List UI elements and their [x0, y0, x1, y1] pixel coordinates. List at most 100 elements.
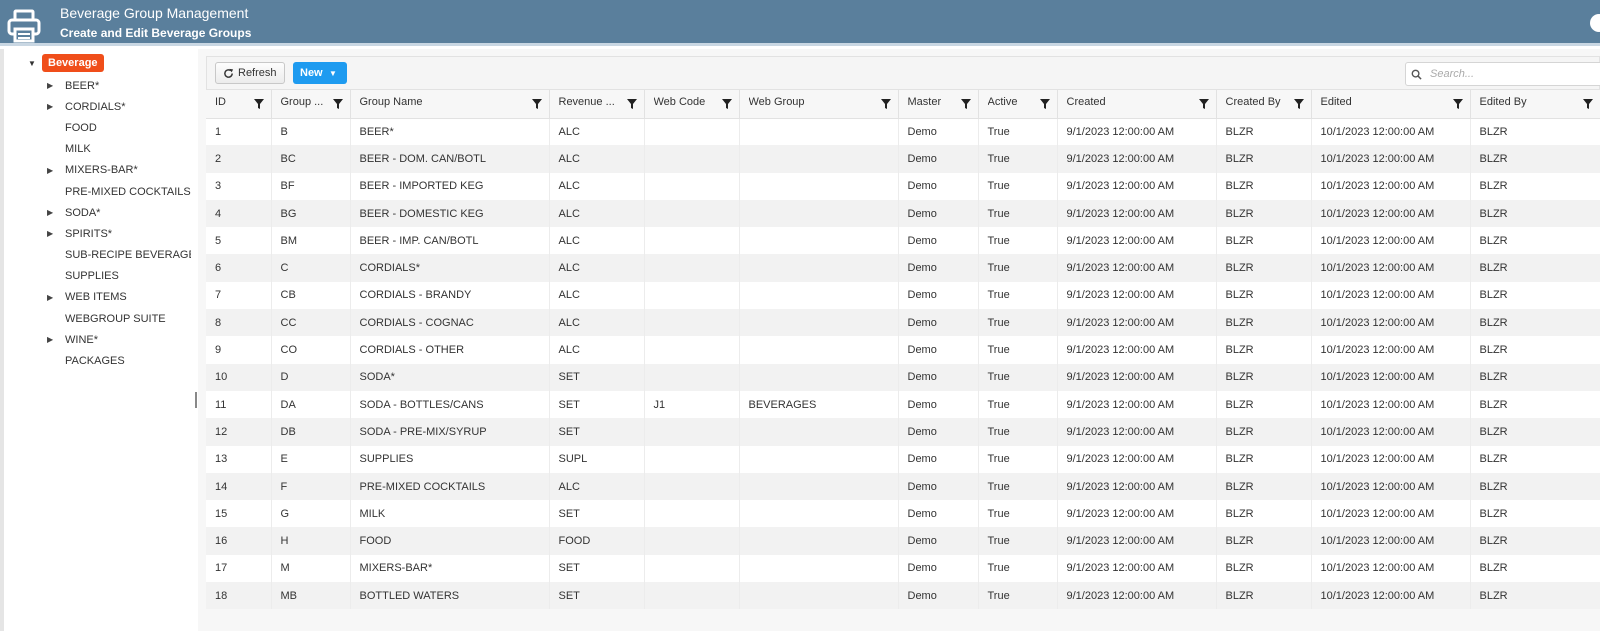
- table-cell[interactable]: SODA - BOTTLES/CANS: [350, 390, 550, 419]
- table-cell[interactable]: ALC: [549, 199, 645, 228]
- table-cell[interactable]: BLZR: [1470, 199, 1600, 228]
- table-cell[interactable]: SODA - PRE-MIX/SYRUP: [350, 418, 550, 446]
- caret-right-icon[interactable]: ▶: [47, 102, 53, 111]
- table-cell[interactable]: BC: [271, 145, 351, 173]
- table-cell[interactable]: BLZR: [1470, 527, 1600, 555]
- table-cell[interactable]: 9/1/2023 12:00:00 AM: [1057, 445, 1217, 473]
- table-cell[interactable]: CORDIALS - OTHER: [350, 336, 550, 364]
- table-cell[interactable]: 2: [206, 145, 272, 173]
- column-header[interactable]: Master: [898, 90, 979, 119]
- table-cell[interactable]: DA: [271, 390, 351, 419]
- table-cell[interactable]: ALC: [549, 227, 645, 255]
- table-cell[interactable]: BG: [271, 199, 351, 228]
- table-cell[interactable]: BLZR: [1216, 281, 1312, 310]
- table-cell[interactable]: FOOD: [549, 527, 645, 555]
- table-cell[interactable]: CC: [271, 309, 351, 337]
- table-row[interactable]: 8 CC CORDIALS - COGNAC ALC Demo True 9/1/2023 …: [206, 309, 1600, 337]
- column-header[interactable]: Edited By: [1470, 90, 1600, 119]
- table-cell[interactable]: 9/1/2023 12:00:00 AM: [1057, 363, 1217, 391]
- column-header[interactable]: Edited: [1311, 90, 1471, 119]
- table-cell[interactable]: 9: [206, 336, 272, 364]
- table-cell[interactable]: Demo: [898, 554, 979, 583]
- table-cell[interactable]: 10: [206, 363, 272, 391]
- table-cell[interactable]: [739, 281, 899, 310]
- table-cell[interactable]: E: [271, 445, 351, 473]
- user-avatar[interactable]: [1590, 14, 1600, 32]
- table-cell[interactable]: 9/1/2023 12:00:00 AM: [1057, 500, 1217, 528]
- table-cell[interactable]: 10/1/2023 12:00:00 AM: [1311, 363, 1471, 391]
- column-header[interactable]: Group ...: [271, 90, 351, 119]
- tree-item-label[interactable]: SUB-RECIPE BEVERAGES: [65, 249, 191, 261]
- table-cell[interactable]: Demo: [898, 254, 979, 282]
- table-cell[interactable]: BLZR: [1470, 145, 1600, 173]
- table-cell[interactable]: BOTTLED WATERS: [350, 582, 550, 610]
- search-box[interactable]: [1405, 62, 1600, 86]
- table-cell[interactable]: [739, 500, 899, 528]
- panel-splitter[interactable]: [195, 392, 197, 408]
- table-cell[interactable]: BEER*: [350, 118, 550, 146]
- table-row[interactable]: 6 C CORDIALS* ALC Demo True 9/1/2023 12:00:00 …: [206, 254, 1600, 282]
- table-row[interactable]: 11 DA SODA - BOTTLES/CANS SET J1 BEVERAGES Dem…: [206, 390, 1600, 419]
- table-cell[interactable]: 10/1/2023 12:00:00 AM: [1311, 527, 1471, 555]
- table-cell[interactable]: Demo: [898, 500, 979, 528]
- table-cell[interactable]: Demo: [898, 199, 979, 228]
- tree-item[interactable]: ▶ BEER*: [4, 75, 196, 96]
- tree-item[interactable]: ▶ CORDIALS*: [4, 96, 196, 117]
- filter-icon[interactable]: [531, 99, 542, 109]
- table-row[interactable]: 4 BG BEER - DOMESTIC KEG ALC Demo True 9/1/202…: [206, 199, 1600, 228]
- table-cell[interactable]: [739, 445, 899, 473]
- table-cell[interactable]: [644, 118, 740, 146]
- filter-icon[interactable]: [332, 99, 343, 109]
- filter-icon[interactable]: [1198, 99, 1209, 109]
- table-cell[interactable]: SET: [549, 390, 645, 419]
- table-cell[interactable]: 11: [206, 390, 272, 419]
- table-cell[interactable]: Demo: [898, 472, 979, 501]
- table-row[interactable]: 13 E SUPPLIES SUPL Demo True 9/1/2023 12:00:00…: [206, 445, 1600, 473]
- table-cell[interactable]: FOOD: [350, 527, 550, 555]
- tree-item-label[interactable]: SUPPLIES: [65, 270, 191, 282]
- table-cell[interactable]: BLZR: [1470, 281, 1600, 310]
- table-cell[interactable]: ALC: [549, 336, 645, 364]
- table-cell[interactable]: True: [978, 472, 1058, 501]
- table-cell[interactable]: [739, 336, 899, 364]
- table-cell[interactable]: Demo: [898, 363, 979, 391]
- table-cell[interactable]: BEER - DOMESTIC KEG: [350, 199, 550, 228]
- caret-right-icon[interactable]: ▶: [47, 81, 53, 90]
- tree-item[interactable]: WEBGROUP SUITE: [4, 308, 196, 329]
- table-cell[interactable]: BLZR: [1470, 363, 1600, 391]
- table-cell[interactable]: Demo: [898, 336, 979, 364]
- table-cell[interactable]: 10/1/2023 12:00:00 AM: [1311, 390, 1471, 419]
- table-cell[interactable]: 6: [206, 254, 272, 282]
- table-cell[interactable]: BLZR: [1216, 172, 1312, 200]
- table-cell[interactable]: MILK: [350, 500, 550, 528]
- table-cell[interactable]: [739, 172, 899, 200]
- table-cell[interactable]: [644, 309, 740, 337]
- table-cell[interactable]: 10/1/2023 12:00:00 AM: [1311, 500, 1471, 528]
- table-cell[interactable]: DB: [271, 418, 351, 446]
- tree-item[interactable]: SUB-RECIPE BEVERAGES: [4, 245, 196, 266]
- table-cell[interactable]: True: [978, 145, 1058, 173]
- table-cell[interactable]: BEER - IMPORTED KEG: [350, 172, 550, 200]
- table-cell[interactable]: 10/1/2023 12:00:00 AM: [1311, 227, 1471, 255]
- table-cell[interactable]: ALC: [549, 472, 645, 501]
- caret-right-icon[interactable]: ▶: [47, 293, 53, 302]
- table-cell[interactable]: [644, 254, 740, 282]
- table-row[interactable]: 7 CB CORDIALS - BRANDY ALC Demo True 9/1/2023 …: [206, 281, 1600, 310]
- table-cell[interactable]: BLZR: [1470, 336, 1600, 364]
- table-cell[interactable]: ALC: [549, 145, 645, 173]
- table-cell[interactable]: F: [271, 472, 351, 501]
- table-cell[interactable]: BLZR: [1216, 445, 1312, 473]
- table-cell[interactable]: 16: [206, 527, 272, 555]
- table-cell[interactable]: BLZR: [1216, 472, 1312, 501]
- table-cell[interactable]: [739, 363, 899, 391]
- table-cell[interactable]: Demo: [898, 582, 979, 610]
- table-cell[interactable]: G: [271, 500, 351, 528]
- table-cell[interactable]: SET: [549, 582, 645, 610]
- table-cell[interactable]: [739, 145, 899, 173]
- table-cell[interactable]: CORDIALS - BRANDY: [350, 281, 550, 310]
- table-cell[interactable]: True: [978, 554, 1058, 583]
- table-cell[interactable]: 9/1/2023 12:00:00 AM: [1057, 336, 1217, 364]
- table-cell[interactable]: True: [978, 363, 1058, 391]
- table-cell[interactable]: 9/1/2023 12:00:00 AM: [1057, 554, 1217, 583]
- tree-item-label[interactable]: SODA*: [65, 207, 191, 219]
